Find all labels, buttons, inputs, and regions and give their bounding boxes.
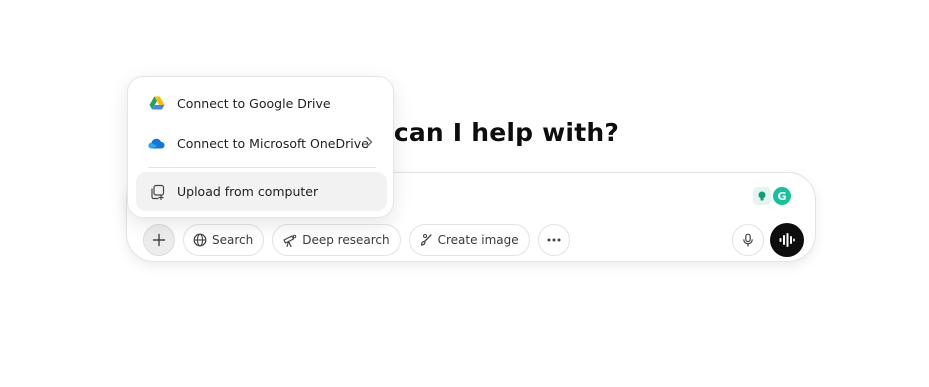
menu-item-upload[interactable]: Upload from computer	[136, 172, 387, 211]
create-image-button[interactable]: Create image	[408, 224, 530, 256]
menu-item-google-drive[interactable]: Connect to Google Drive	[136, 84, 387, 122]
voice-mode-icon	[779, 233, 795, 247]
microphone-icon	[743, 233, 753, 247]
telescope-icon	[283, 234, 297, 247]
upload-file-icon	[148, 183, 165, 200]
search-button[interactable]: Search	[183, 224, 265, 256]
chevron-right-icon	[366, 136, 373, 148]
plus-icon	[152, 233, 166, 247]
menu-item-label: Connect to Google Drive	[177, 95, 331, 111]
voice-mode-button[interactable]	[770, 223, 804, 257]
paint-brush-icon	[420, 234, 432, 246]
globe-icon	[193, 233, 207, 247]
menu-item-label: Connect to Microsoft OneDrive	[177, 135, 369, 151]
lightbulb-icon[interactable]	[753, 187, 771, 205]
dictate-button[interactable]	[732, 224, 764, 256]
ellipsis-icon	[547, 238, 561, 242]
google-drive-icon	[148, 95, 165, 112]
more-tools-button[interactable]	[537, 224, 570, 256]
grammarly-icon[interactable]: G	[773, 187, 791, 205]
deep-research-button[interactable]: Deep research	[272, 224, 401, 256]
extension-icons: G	[753, 187, 791, 205]
attach-menu: Connect to Google Drive Connect to Micro…	[127, 76, 394, 218]
composer-right-tools	[732, 223, 804, 257]
chat-home: What can I help with? G Search Deep rese…	[0, 0, 929, 387]
menu-divider	[148, 167, 376, 168]
search-label: Search	[212, 233, 254, 247]
composer-toolbar: Search Deep research Create image	[143, 224, 570, 256]
onedrive-icon	[148, 135, 165, 152]
menu-item-label: Upload from computer	[177, 184, 319, 199]
create-image-label: Create image	[437, 233, 519, 247]
deep-research-label: Deep research	[302, 233, 390, 247]
menu-item-onedrive[interactable]: Connect to Microsoft OneDrive	[136, 124, 387, 162]
add-attachment-button[interactable]	[143, 224, 175, 256]
